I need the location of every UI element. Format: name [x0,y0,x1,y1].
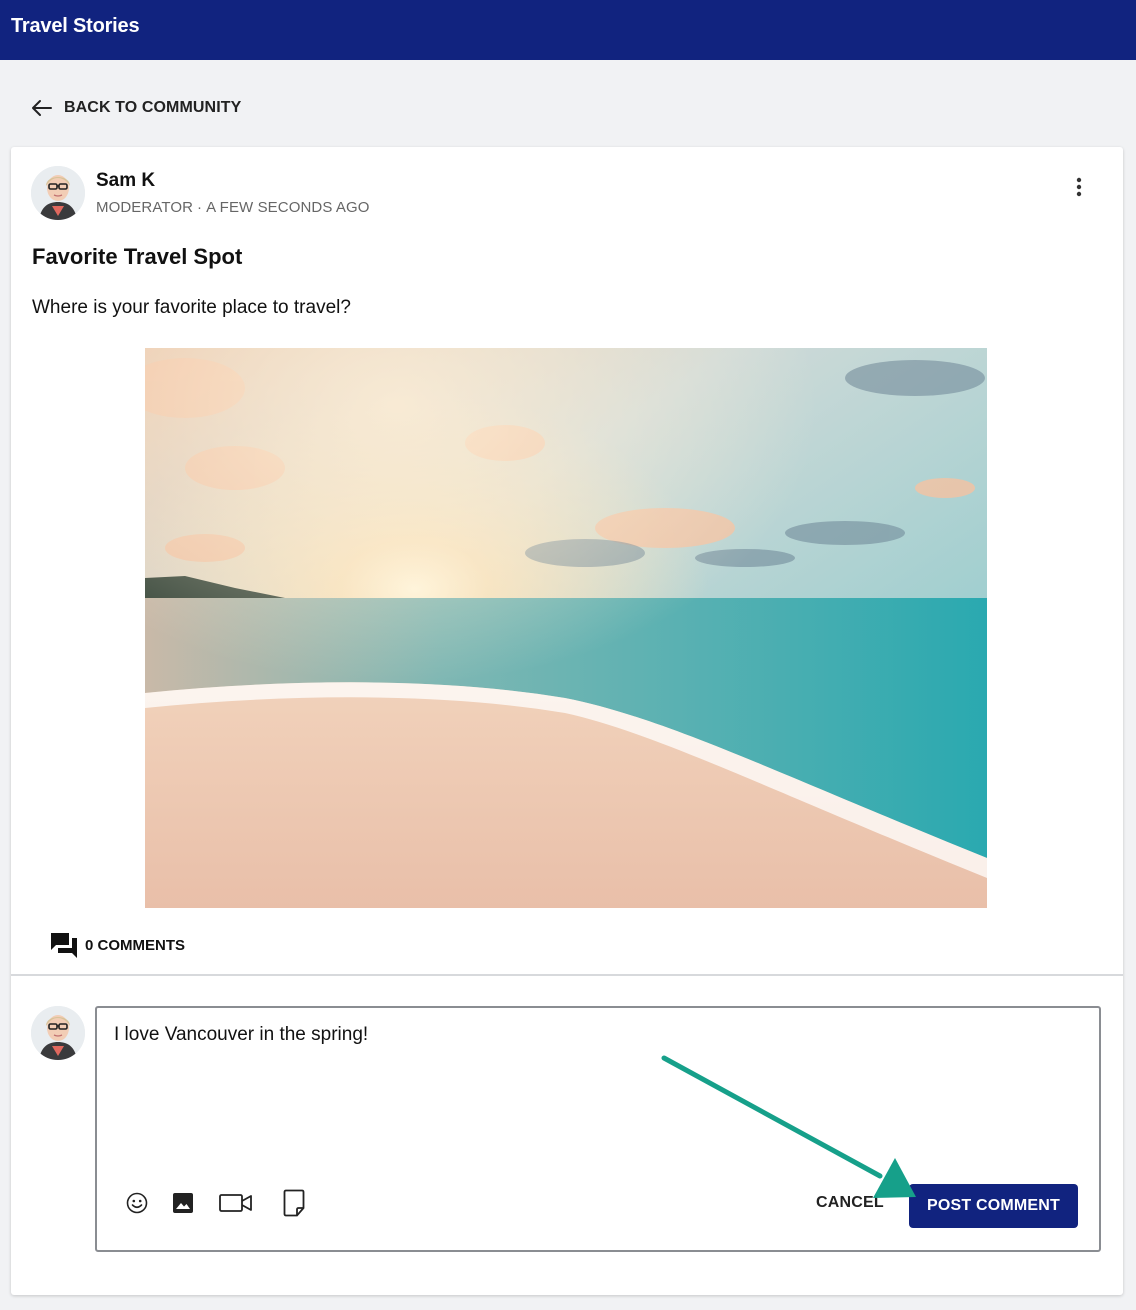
post-body: Where is your favorite place to travel? [32,297,351,318]
author-role: MODERATOR [96,199,194,216]
post-image-beach[interactable] [145,348,987,908]
cancel-button[interactable]: CANCEL [816,1194,884,1212]
back-to-community-link[interactable]: BACK TO COMMUNITY [30,96,241,120]
commenter-avatar [31,1006,85,1060]
author-avatar[interactable] [31,166,85,220]
app-title: Travel Stories [11,15,140,37]
comments-count-label: 0 COMMENTS [85,936,186,954]
image-icon [173,1193,193,1213]
insert-image-button[interactable] [169,1188,197,1218]
insert-file-button[interactable] [281,1188,307,1218]
comment-input[interactable]: I love Vancouver in the spring! [114,1024,368,1046]
arrow-left-icon [32,100,52,116]
post-timestamp: A FEW SECONDS AGO [206,199,370,216]
comments-divider [11,974,1123,976]
post-comment-button[interactable]: POST COMMENT [909,1184,1078,1228]
meta-separator: · [197,199,203,216]
emoji-button[interactable] [123,1188,151,1218]
file-icon [283,1189,305,1217]
top-bar: Travel Stories [0,0,1136,60]
comments-icon [51,933,77,958]
author-name[interactable]: Sam K [96,170,155,192]
comments-count[interactable]: 0 COMMENTS [49,930,185,960]
emoji-icon [126,1192,148,1214]
comment-editor[interactable]: I love Vancouver in the spring! CANCEL P… [95,1006,1101,1252]
insert-video-button[interactable] [218,1188,254,1218]
more-vertical-icon [1076,177,1082,197]
more-options-button[interactable] [1069,173,1089,203]
post-title: Favorite Travel Spot [32,244,243,269]
author-meta: MODERATOR · A FEW SECONDS AGO [96,199,370,216]
post-card: Sam K MODERATOR · A FEW SECONDS AGO Favori… [11,147,1123,1295]
back-label: BACK TO COMMUNITY [64,99,242,116]
video-icon [219,1194,252,1212]
